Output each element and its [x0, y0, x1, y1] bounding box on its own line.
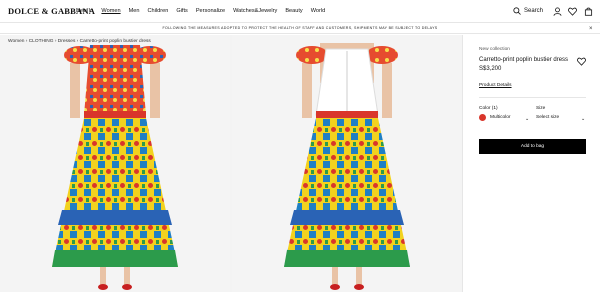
product-info-panel: New collection Carretto-print poplin bus…	[462, 35, 600, 292]
nav-item-beauty[interactable]: Beauty	[285, 8, 302, 14]
nav-item-gifts[interactable]: Gifts	[176, 8, 188, 14]
shipping-notice: FOLLOWING THE MEASURES ADOPTED TO PROTEC…	[0, 23, 600, 34]
wishlist-icon[interactable]	[568, 7, 577, 16]
color-selector[interactable]: Multicolor	[479, 114, 511, 121]
product-image-back[interactable]	[232, 35, 462, 292]
product-gallery: Women › CLOTHING › Dresses › Carretto-pr…	[0, 35, 462, 292]
main-nav: New In Women Men Children Gifts Personal…	[76, 8, 325, 14]
nav-item-world[interactable]: World	[311, 8, 326, 14]
divider	[479, 97, 586, 98]
color-value: Multicolor	[490, 115, 511, 120]
nav-item-personalize[interactable]: Personalize	[196, 8, 225, 14]
nav-item-women[interactable]: Women	[101, 8, 120, 14]
nav-item-men[interactable]: Men	[129, 8, 140, 14]
bag-icon[interactable]	[584, 7, 593, 16]
nav-item-watches-jewelry[interactable]: Watches&Jewelry	[233, 8, 277, 14]
color-swatch[interactable]	[479, 114, 486, 121]
heart-icon[interactable]	[577, 57, 586, 66]
chevron-down-icon[interactable]: ⌄	[525, 116, 529, 122]
top-header: DOLCE & GABBANA New In Women Men Childre…	[0, 0, 600, 23]
nav-item-children[interactable]: Children	[147, 8, 168, 14]
product-name: Carretto-print poplin bustier dress	[479, 57, 569, 63]
product-page: DOLCE & GABBANA New In Women Men Childre…	[0, 0, 600, 292]
chevron-down-icon[interactable]: ⌄	[581, 116, 585, 122]
size-select[interactable]: Select size	[536, 115, 559, 120]
account-icon[interactable]	[553, 7, 562, 16]
product-price: S$3,200	[479, 66, 502, 72]
search-icon	[513, 7, 521, 15]
close-icon[interactable]: ×	[589, 26, 593, 32]
color-label: Color (1)	[479, 106, 498, 111]
product-details-link[interactable]: Product Details	[479, 83, 512, 88]
size-label: Size	[536, 106, 546, 111]
breadcrumb[interactable]: Women › CLOTHING › Dresses › Carretto-pr…	[8, 39, 151, 44]
nav-item-new-in[interactable]: New In	[76, 8, 93, 14]
search-label: Search	[524, 8, 544, 14]
add-to-bag-button[interactable]: Add to bag	[479, 139, 586, 154]
search-button[interactable]: Search	[513, 7, 543, 15]
collection-label: New collection	[479, 47, 510, 52]
product-image-front[interactable]	[0, 35, 230, 292]
